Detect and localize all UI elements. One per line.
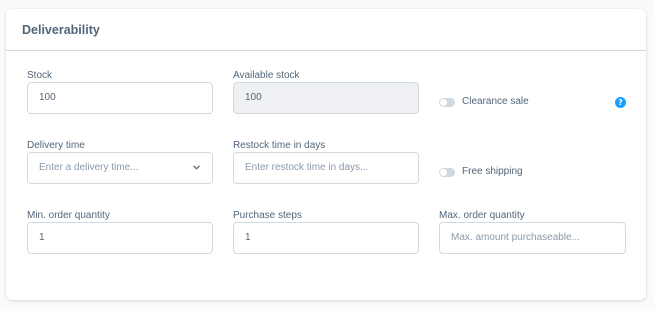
restock-time-placeholder: Enter restock time in days...: [245, 162, 369, 173]
clearance-sale-switch[interactable]: [439, 98, 455, 107]
max-order-quantity-label: Max. order quantity: [439, 210, 525, 221]
switch-knob: [440, 169, 447, 176]
chevron-down-icon[interactable]: [193, 164, 200, 171]
restock-time-label: Restock time in days: [233, 140, 326, 151]
max-order-quantity-placeholder: Max. amount purchaseable...: [451, 232, 580, 243]
card-header: Deliverability: [6, 9, 646, 51]
available-stock-label: Available stock: [233, 70, 300, 81]
delivery-time-select[interactable]: Enter a delivery time...: [27, 152, 213, 184]
min-order-quantity-value: 1: [39, 232, 45, 243]
delivery-time-placeholder: Enter a delivery time...: [39, 162, 139, 173]
purchase-steps-label: Purchase steps: [233, 210, 302, 221]
purchase-steps-value: 1: [245, 232, 251, 243]
free-shipping-switch[interactable]: [439, 168, 455, 177]
free-shipping-label: Free shipping: [462, 166, 523, 177]
help-icon[interactable]: ?: [615, 97, 626, 108]
delivery-time-label: Delivery time: [27, 140, 85, 151]
available-stock-input: 100: [233, 82, 419, 114]
card-title: Deliverability: [22, 23, 100, 37]
clearance-sale-label: Clearance sale: [462, 96, 529, 107]
max-order-quantity-input[interactable]: Max. amount purchaseable...: [439, 222, 626, 254]
restock-time-input[interactable]: Enter restock time in days...: [233, 152, 419, 184]
stock-input[interactable]: 100: [27, 82, 213, 114]
purchase-steps-input[interactable]: 1: [233, 222, 419, 254]
min-order-quantity-label: Min. order quantity: [27, 210, 110, 221]
min-order-quantity-input[interactable]: 1: [27, 222, 213, 254]
available-stock-value: 100: [245, 92, 262, 103]
stock-value: 100: [39, 92, 56, 103]
switch-knob: [440, 99, 447, 106]
stock-label: Stock: [27, 70, 53, 81]
